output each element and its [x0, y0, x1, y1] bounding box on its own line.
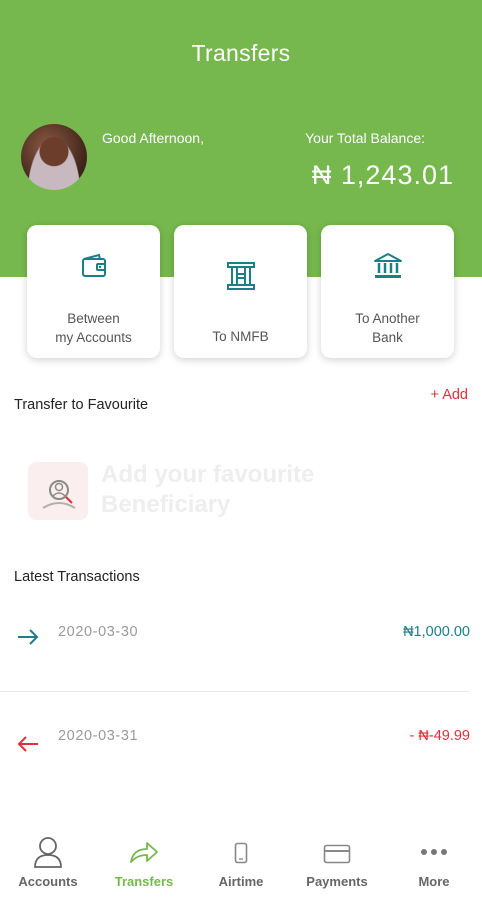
tab-airtime[interactable]: Airtime: [193, 822, 289, 900]
more-dots-icon: [386, 848, 482, 856]
add-favourite-text: Add your favourite Beneficiary: [101, 461, 315, 518]
tab-payments[interactable]: Payments: [289, 822, 385, 900]
arrow-left-icon: [16, 732, 40, 760]
user-icon: [0, 836, 96, 868]
card-label: To Another Bank: [355, 311, 420, 345]
tab-label: Airtime: [218, 874, 264, 889]
balance-label: Your Total Balance:: [305, 130, 425, 146]
avatar[interactable]: [21, 124, 87, 190]
add-beneficiary-icon: [28, 462, 88, 520]
add-favourite-button[interactable]: + Add: [431, 387, 469, 403]
transaction-row[interactable]: 2020-03-30 ₦1,000.00: [0, 592, 482, 694]
card-label: Between my Accounts: [55, 311, 132, 345]
bottom-tab-bar: Accounts Transfers Airtime Payments More: [0, 822, 482, 900]
tab-label: More: [418, 874, 450, 889]
wallet-icon: [27, 253, 160, 279]
tab-more[interactable]: More: [386, 822, 482, 900]
balance-value: ₦ 1,243.01: [311, 160, 454, 190]
arrow-right-icon: [16, 625, 40, 653]
transaction-amount: ₦1,000.00: [403, 624, 470, 640]
transactions-title: Latest Transactions: [14, 569, 140, 585]
tab-label: Accounts: [18, 874, 78, 889]
favourites-title: Transfer to Favourite: [14, 397, 149, 413]
phone-icon: [193, 842, 289, 864]
tab-transfers[interactable]: Transfers: [96, 822, 192, 900]
share-arrow-icon: [96, 840, 192, 864]
transaction-row[interactable]: 2020-03-31 - ₦-49.99: [0, 695, 482, 797]
greeting-text: Good Afternoon,: [102, 130, 204, 146]
page-title: Transfers: [191, 40, 291, 66]
transaction-date: 2020-03-31: [58, 728, 139, 744]
tab-label: Payments: [306, 874, 368, 889]
add-favourite-placeholder[interactable]: Add your favourite Beneficiary: [28, 460, 348, 520]
bank-building-icon: [321, 251, 454, 281]
tab-label: Transfers: [114, 874, 174, 889]
between-accounts-card[interactable]: Between my Accounts: [27, 225, 160, 358]
transaction-date: 2020-03-30: [58, 624, 139, 640]
card-icon: [289, 844, 385, 864]
transaction-amount: - ₦-49.99: [409, 728, 470, 744]
to-another-bank-card[interactable]: To Another Bank: [321, 225, 454, 358]
to-nmfb-card[interactable]: To NMFB: [174, 225, 307, 358]
tab-accounts[interactable]: Accounts: [0, 822, 96, 900]
card-label: To NMFB: [212, 329, 269, 344]
bank-logo-icon: [174, 261, 307, 291]
divider: [0, 691, 470, 692]
